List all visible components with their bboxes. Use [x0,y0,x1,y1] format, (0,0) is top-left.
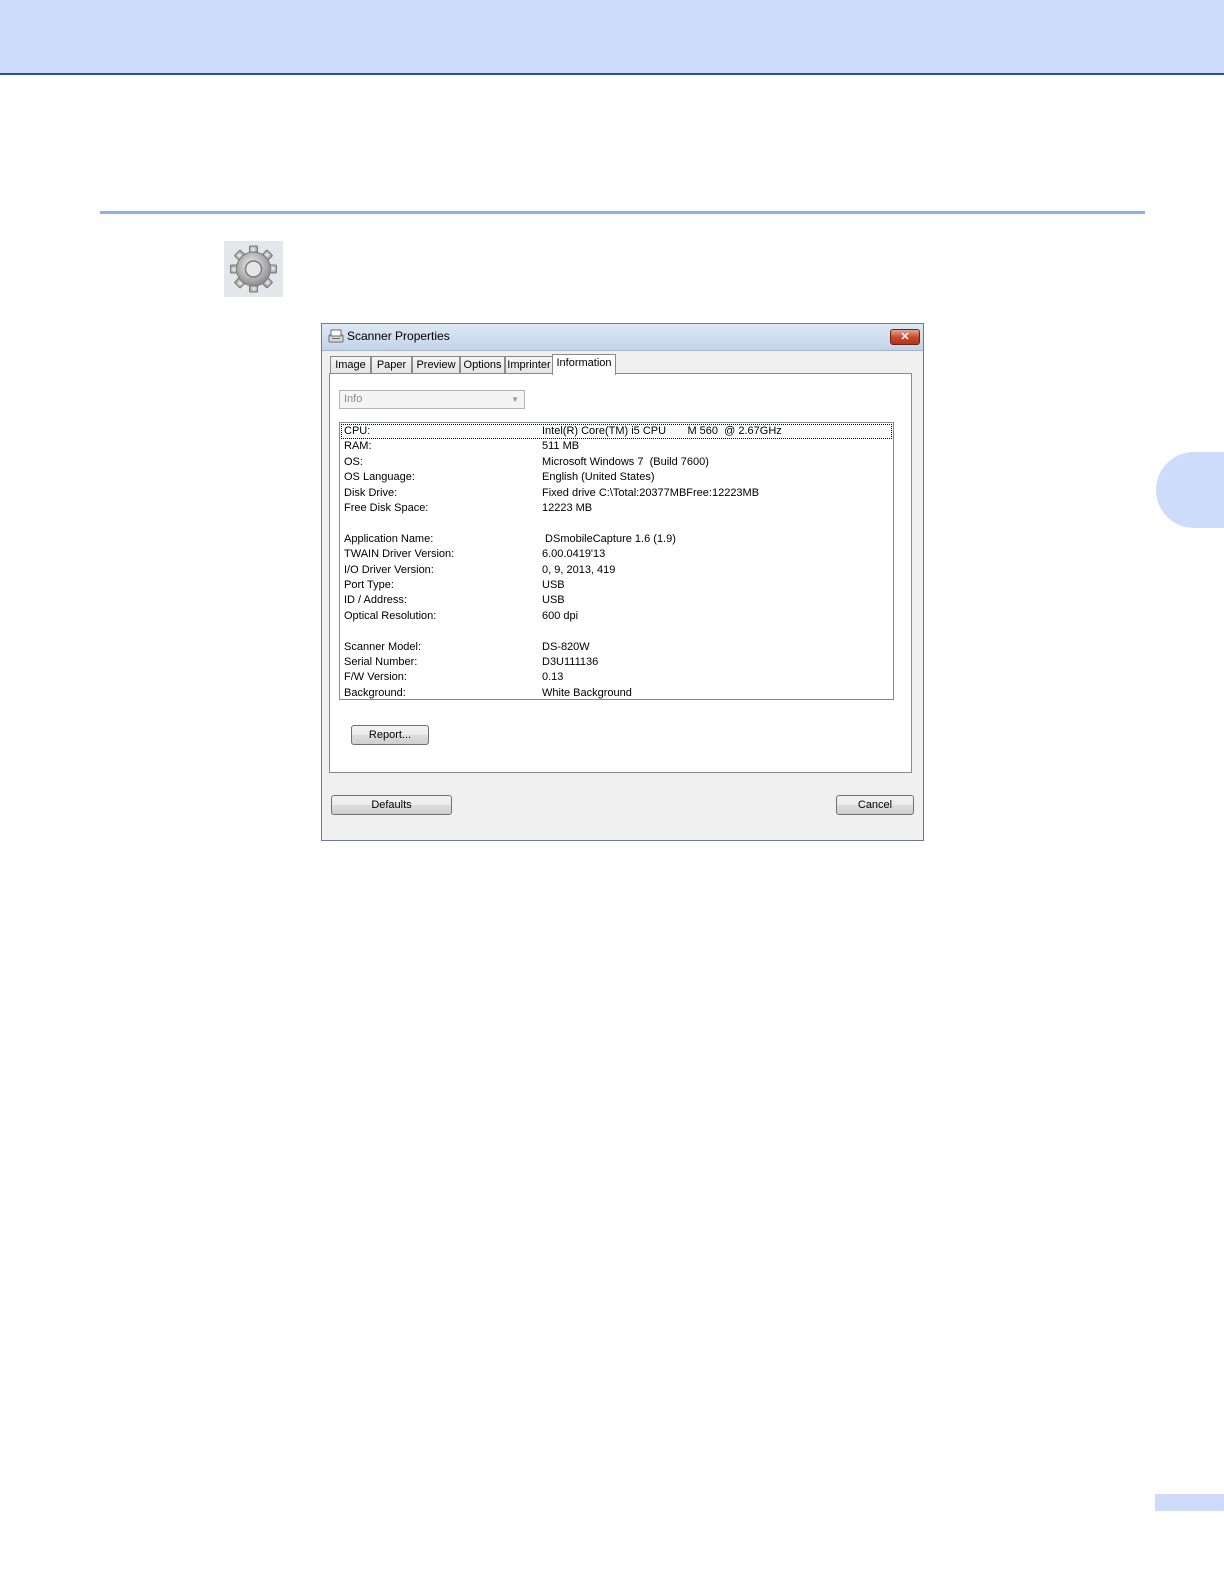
info-key: RAM: [344,440,372,453]
info-value: Intel(R) Core(TM) i5 CPU M 560 @ 2.67GHz [542,425,782,437]
info-key: Scanner Model: [344,640,422,653]
info-key: Port Type: [344,579,394,591]
info-value: English (United States) [542,471,655,484]
tab-paper[interactable]: Paper [371,356,412,374]
info-key: Application Name: [344,532,434,545]
tab-preview[interactable]: Preview [412,356,460,374]
info-value: 6.00.0419'13 [542,548,606,561]
info-row[interactable] [341,516,892,531]
info-value: DS-820W [542,640,590,653]
info-key: OS Language: [344,471,415,484]
info-value: 511 MB [542,440,580,453]
defaults-button[interactable]: Defaults [331,795,452,815]
info-value: DSmobileCapture 1.6 (1.9) [542,532,676,545]
info-row[interactable]: F/W Version: 0.13 [341,670,892,685]
info-value: USB [542,579,565,591]
scanner-properties-dialog: Scanner Properties ✕ Image Paper Preview… [321,323,924,841]
info-row[interactable]: OS Language: English (United States) [341,470,892,485]
info-value: 12223 MB [542,502,593,514]
info-value: Microsoft Windows 7 (Build 7600) [542,455,709,468]
page-number-tab [1155,1494,1224,1511]
info-value: D3U111136 [542,656,599,668]
info-value: USB [542,594,565,607]
chapter-tab [1156,452,1224,528]
info-row[interactable]: RAM: 511 MB [341,439,892,454]
info-key: I/O Driver Version: [344,563,434,576]
info-key: F/W Version: [344,671,407,684]
info-row[interactable]: Background: White Background [341,686,892,701]
info-value: 600 dpi [542,609,579,622]
info-key: Background: [344,686,406,699]
tab-options[interactable]: Options [460,356,505,374]
info-row[interactable]: OS: Microsoft Windows 7 (Build 7600) [341,455,892,470]
info-key: TWAIN Driver Version: [344,548,455,561]
info-value: 0, 9, 2013, 419 [542,563,616,576]
section-divider [100,211,1145,214]
chevron-down-icon: ▼ [511,395,519,404]
settings-gear-icon [224,241,283,297]
info-row[interactable]: Scanner Model: DS-820W [341,640,892,655]
info-key: Disk Drive: [344,486,398,499]
tab-image[interactable]: Image [330,356,371,374]
dialog-title: Scanner Properties [347,329,450,343]
info-key: CPU: [344,425,371,437]
close-button[interactable]: ✕ [890,329,920,345]
info-row[interactable]: TWAIN Driver Version: 6.00.0419'13 [341,547,892,562]
info-row[interactable]: CPU: Intel(R) Core(TM) i5 CPU M 560 @ 2.6… [341,424,892,439]
info-key: ID / Address: [344,594,407,607]
info-dropdown[interactable]: Info ▼ [339,390,525,409]
info-row[interactable]: I/O Driver Version: 0, 9, 2013, 419 [341,563,892,578]
cancel-button[interactable]: Cancel [836,795,914,815]
info-row[interactable]: Disk Drive: Fixed drive C:\Total:20377MBF… [341,486,892,501]
info-key: Optical Resolution: [344,609,437,622]
info-row[interactable]: ID / Address: USB [341,593,892,608]
dialog-titlebar[interactable]: Scanner Properties ✕ [322,324,923,351]
info-list[interactable]: CPU: Intel(R) Core(TM) i5 CPU M 560 @ 2.6… [339,422,894,700]
info-row[interactable]: Port Type: USB [341,578,892,593]
report-button[interactable]: Report... [351,725,429,745]
info-value: White Background [542,686,632,699]
information-panel: Info ▼ CPU: Intel(R) Core(TM) i5 CPU M 56… [329,373,912,773]
scanner-icon [328,329,344,344]
info-row[interactable] [341,624,892,639]
info-key: Serial Number: [344,656,418,668]
page-header-band [0,0,1224,75]
info-value: Fixed drive C:\Total:20377MBFree:12223MB [542,486,760,499]
tab-information[interactable]: Information [552,354,616,375]
info-key: Free Disk Space: [344,502,429,514]
info-row[interactable]: Serial Number: D3U111136 [341,655,892,670]
info-row[interactable]: Free Disk Space: 12223 MB [341,501,892,516]
info-dropdown-value: Info [344,393,363,405]
info-row[interactable]: Optical Resolution: 600 dpi [341,609,892,624]
info-value: 0.13 [542,671,564,684]
tab-imprinter[interactable]: Imprinter [505,356,553,374]
info-key: OS: [344,455,363,468]
info-row[interactable]: Application Name: DSmobileCapture 1.6 (1… [341,532,892,547]
